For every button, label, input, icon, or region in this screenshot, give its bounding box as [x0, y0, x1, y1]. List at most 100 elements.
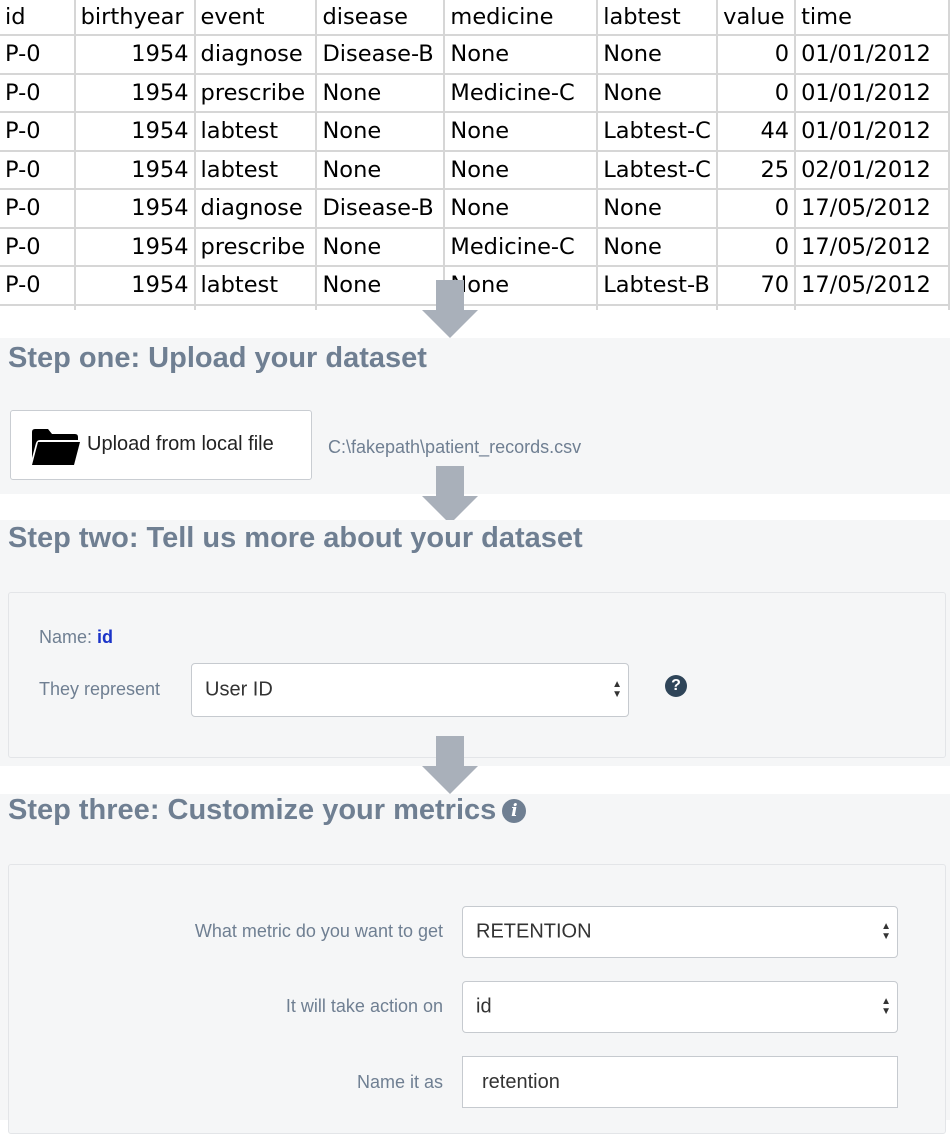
table-cell: 0 — [717, 35, 797, 75]
metric-label: What metric do you want to get — [194, 921, 443, 941]
table-cell: None — [316, 112, 446, 152]
metric-select-value: RETENTION — [476, 920, 592, 943]
table-header-row: id birthyear event disease medicine labtest va… — [0, 0, 950, 36]
down-arrow-icon — [422, 736, 478, 794]
table-cell: 0 — [717, 304, 797, 310]
column-name: Name: id — [39, 627, 113, 648]
table-cell: labtest — [194, 304, 318, 310]
table-cell: diagnose — [194, 35, 318, 75]
table-cell: Labtest-C — [597, 112, 719, 152]
table-cell: 0 — [717, 73, 797, 113]
step-one-title: Step one: Upload your dataset — [8, 342, 427, 374]
table-cell: P-0 — [0, 189, 76, 229]
table-row: P-0 1954 diagnose Disease-B None None 0 01/01/2… — [0, 35, 950, 75]
info-icon[interactable]: i — [502, 799, 527, 823]
table-cell: 02/01/2012 — [795, 150, 950, 190]
table-row: P-0 1954 prescribe None Medicine-C None 0 17/05… — [0, 227, 950, 267]
table-cell: P-0 — [0, 266, 76, 306]
select-caret-icon: ▲ ▼ — [881, 921, 891, 942]
step-three-panel: Step three: Customize your metrics i What… — [0, 794, 950, 1134]
step-three-title: Step three: Customize your metrics i — [8, 794, 527, 827]
column-header: labtest — [597, 0, 719, 36]
table-cell: Labtest-B — [597, 304, 719, 310]
table-cell: labtest — [194, 112, 318, 152]
table-cell: 1954 — [74, 266, 196, 306]
table-cell: 01/01/2012 — [795, 112, 950, 152]
column-header: birthyear — [74, 0, 196, 36]
column-header: disease — [316, 0, 446, 36]
represent-select[interactable]: User ID ▲ ▼ — [191, 663, 629, 717]
table-cell: labtest — [194, 266, 318, 306]
table-cell: 17/05/2012 — [795, 266, 950, 306]
step-three-title-text: Step three: Customize your metrics — [8, 794, 497, 826]
upload-file-button[interactable]: Upload from local file — [10, 410, 312, 480]
table-cell: labtest — [194, 150, 318, 190]
table-cell: P-0 — [0, 35, 76, 75]
table-cell: None — [597, 189, 719, 229]
table-cell: Medicine-C — [444, 227, 599, 267]
column-header: id — [0, 0, 76, 36]
table-row: P-0 1954 labtest None None Labtest-C 44 01/01/2… — [0, 112, 950, 152]
table-cell: Labtest-B — [597, 266, 719, 306]
table-row: P-0 1954 prescribe None Medicine-C None 0 01/01… — [0, 73, 950, 113]
table-cell: P-0 — [0, 112, 76, 152]
table-cell: 1954 — [74, 150, 196, 190]
table-cell: P-0 — [0, 227, 76, 267]
table-row: P-0 1954 diagnose Disease-B None None 0 17/05/2… — [0, 189, 950, 229]
select-caret-icon: ▲ ▼ — [881, 996, 891, 1017]
table-cell: 1954 — [74, 227, 196, 267]
down-arrow-icon — [422, 280, 478, 338]
table-row: P-0 1954 labtest None None Labtest-C 25 02/01/2… — [0, 150, 950, 190]
table-cell: 70 — [717, 266, 797, 306]
dataset-preview-table: id birthyear event disease medicine labtest va… — [0, 0, 950, 310]
table-cell: None — [597, 227, 719, 267]
table-cell: None — [444, 189, 599, 229]
action-label: It will take action on — [285, 996, 443, 1016]
metric-settings-card: What metric do you want to get RETENTION… — [8, 864, 946, 1134]
table-cell: None — [444, 112, 599, 152]
table-cell: 44 — [717, 112, 797, 152]
metric-name-input[interactable] — [462, 1056, 898, 1108]
table-cell: 25 — [717, 150, 797, 190]
step-two-panel: Step two: Tell us more about your datase… — [0, 520, 950, 766]
table-cell: 17/05/2012 — [795, 189, 950, 229]
table-cell: None — [316, 227, 446, 267]
column-header: medicine — [444, 0, 599, 36]
column-name-label: Name: — [39, 627, 93, 647]
table-cell: 17/05/2012 — [795, 227, 950, 267]
table-cell: None — [444, 35, 599, 75]
column-header: time — [795, 0, 950, 36]
table-cell: P-0 — [0, 73, 76, 113]
folder-icon — [32, 429, 80, 465]
table-cell: None — [597, 35, 719, 75]
table-cell: Medicine-C — [444, 73, 599, 113]
column-settings-card: Name: id They represent User ID ▲ ▼ ? — [8, 592, 946, 758]
table-cell: prescribe — [194, 227, 318, 267]
selected-file-path: C:\fakepath\patient_records.csv — [328, 437, 582, 457]
action-select[interactable]: id ▲ ▼ — [462, 981, 898, 1033]
metric-select[interactable]: RETENTION ▲ ▼ — [462, 906, 898, 958]
table-cell: 1954 — [74, 112, 196, 152]
table-cell: 0 — [717, 227, 797, 267]
table-cell: Labtest-C — [597, 150, 719, 190]
step-two-title: Step two: Tell us more about your datase… — [8, 522, 583, 554]
table-cell: P-0 — [0, 304, 76, 310]
table-cell: diagnose — [194, 189, 318, 229]
table-cell: None — [597, 73, 719, 113]
column-name-value: id — [97, 627, 114, 647]
help-icon[interactable]: ? — [665, 675, 687, 697]
table-cell: 18/05/2012 — [795, 304, 950, 310]
represent-select-value: User ID — [205, 678, 273, 701]
table-cell: Disease-B — [316, 189, 446, 229]
metric-name-label: Name it as — [356, 1072, 443, 1092]
table-cell: Disease-B — [316, 35, 446, 75]
down-arrow-icon — [422, 466, 478, 524]
table-cell: None — [316, 73, 446, 113]
table-cell: None — [316, 150, 446, 190]
table-cell: None — [444, 150, 599, 190]
table-cell: 0 — [717, 189, 797, 229]
table-cell: P-0 — [0, 150, 76, 190]
table-cell: 01/01/2012 — [795, 73, 950, 113]
column-header: value — [717, 0, 797, 36]
represent-label: They represent — [39, 679, 161, 699]
